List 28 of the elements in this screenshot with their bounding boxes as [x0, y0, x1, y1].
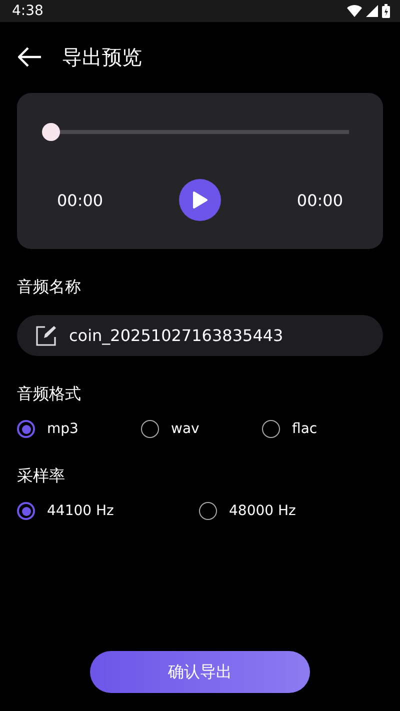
confirm-button[interactable]: 确认导出: [90, 651, 310, 693]
radio-button[interactable]: [262, 420, 280, 438]
back-icon[interactable]: [18, 47, 42, 67]
edit-icon: [35, 324, 57, 346]
total-time: 00:00: [296, 190, 343, 210]
name-input-field[interactable]: coin_20251027163835443: [17, 315, 383, 356]
section-label: 音频名称: [17, 277, 81, 298]
current-time: 00:00: [57, 190, 104, 210]
wifi-icon: [347, 5, 362, 17]
status-time: 4:38: [12, 3, 44, 19]
option-label[interactable]: wav: [171, 421, 200, 437]
radio-button[interactable]: [141, 420, 159, 438]
page-title: 导出预览: [62, 44, 142, 70]
option-label[interactable]: mp3: [47, 421, 78, 437]
signal-icon: [366, 5, 378, 17]
name-value: coin_20251027163835443: [69, 326, 284, 345]
radio-button[interactable]: [17, 502, 35, 520]
slider-thumb[interactable]: [42, 123, 60, 141]
option-label[interactable]: flac: [292, 421, 318, 437]
section-label: 采样率: [17, 466, 65, 487]
battery-icon: [382, 4, 390, 18]
play-icon: [192, 191, 208, 209]
play-button[interactable]: [179, 179, 221, 221]
option-label[interactable]: 48000 Hz: [229, 503, 296, 519]
option-label[interactable]: 44100 Hz: [47, 503, 114, 519]
radio-button[interactable]: [17, 420, 35, 438]
radio-button[interactable]: [199, 502, 217, 520]
section-label: 音频格式: [17, 384, 81, 405]
